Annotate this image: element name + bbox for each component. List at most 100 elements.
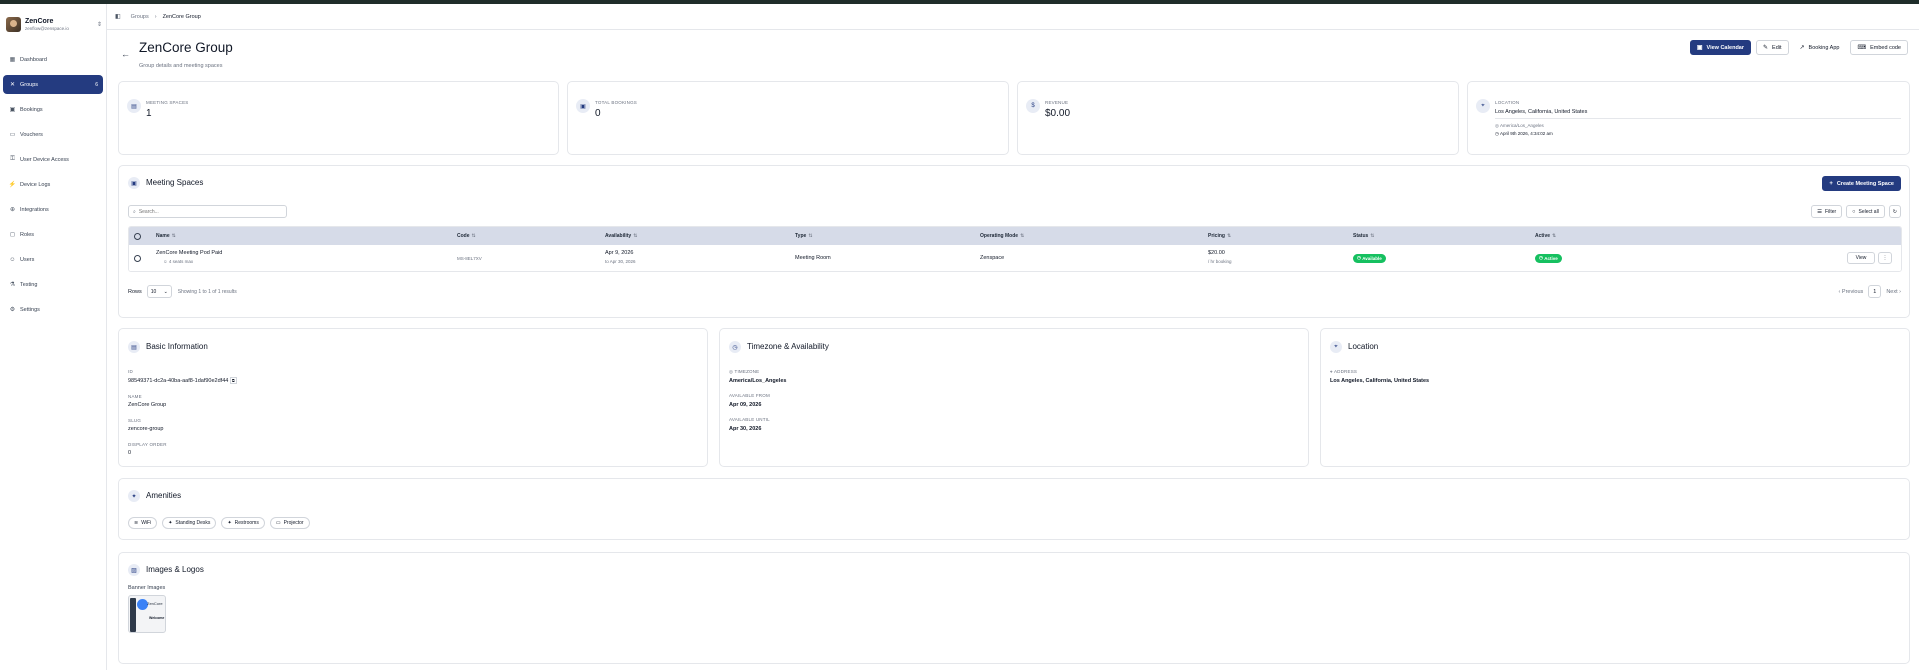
sidebar-item-roles[interactable]: ◻ Roles	[3, 225, 103, 244]
table-row[interactable]: ZenCore Meeting Pod Paid ☺ 4 seats max M…	[129, 245, 1901, 271]
map-pin-icon: ⌖	[1330, 341, 1342, 353]
sidebar-item-dashboard[interactable]: ▦ Dashboard	[3, 50, 103, 69]
sidebar-toggle-icon[interactable]: ◧	[115, 13, 121, 20]
sidebar-item-bookings[interactable]: ▣ Bookings	[3, 100, 103, 119]
sidebar-item-groups[interactable]: ✕ Groups 6	[3, 75, 103, 94]
banner-image-thumbnail[interactable]: ZenCore Welcome	[128, 595, 166, 633]
next-page-button[interactable]: Next ›	[1886, 289, 1901, 295]
row-name-cell: ZenCore Meeting Pod Paid ☺ 4 seats max	[156, 250, 222, 264]
column-header-type[interactable]: Type ⇅	[795, 233, 813, 239]
embed-code-label: Embed code	[1870, 44, 1901, 51]
refresh-button[interactable]: ↻	[1888, 205, 1901, 218]
status-badge: ◷ Available	[1353, 253, 1386, 263]
column-header-active[interactable]: Active ⇅	[1535, 233, 1556, 239]
search-box: ⌕	[128, 205, 287, 218]
table-tools: ☰ Filter ○ Select all ↻	[1811, 205, 1901, 218]
sidebar-item-integrations[interactable]: ⊕ Integrations	[3, 200, 103, 219]
user-key-icon: ⚿	[10, 156, 15, 162]
view-button[interactable]: View	[1847, 252, 1875, 264]
sidebar-item-label: Device Logs	[20, 181, 51, 188]
booking-app-button[interactable]: ↗ Booking App	[1793, 40, 1846, 55]
sidebar-item-device-logs[interactable]: ⚡ Device Logs	[3, 175, 103, 194]
external-link-icon: ↗	[1799, 45, 1805, 51]
column-header-operating-mode[interactable]: Operating Mode ⇅	[980, 233, 1024, 239]
search-input[interactable]	[138, 208, 279, 215]
meeting-spaces-table: Name ⇅ Code ⇅ Availability ⇅ Type ⇅ Operatin…	[128, 226, 1902, 272]
refresh-icon: ↻	[1892, 208, 1897, 215]
check-circle-icon: ◷	[1539, 255, 1543, 260]
sidebar-item-settings[interactable]: ⚙ Settings	[3, 300, 103, 319]
column-header-availability[interactable]: Availability ⇅	[605, 233, 637, 239]
sidebar-item-testing[interactable]: ⚗ Testing	[3, 275, 103, 294]
stat-value: 1	[146, 108, 152, 119]
row-type: Meeting Room	[795, 255, 831, 261]
sidebar-item-users[interactable]: ☺ Users	[3, 250, 103, 269]
location-timezone: ◎ America/Los_Angeles	[1495, 123, 1544, 129]
sort-icon: ⇅	[1226, 233, 1232, 239]
chevron-up-down-icon: ⇕	[96, 21, 102, 28]
table-header-row: Name ⇅ Code ⇅ Availability ⇅ Type ⇅ Operatin…	[129, 227, 1901, 245]
column-header-code[interactable]: Code ⇅	[457, 233, 476, 239]
sidebar-item-label: Dashboard	[20, 56, 47, 63]
previous-page-button[interactable]: ‹ Previous	[1839, 289, 1864, 295]
availability-to: to Apr 30, 2026	[605, 259, 636, 264]
sidebar-item-user-device-access[interactable]: ⚿ User Device Access	[3, 150, 103, 169]
chevron-right-icon: ›	[154, 13, 157, 20]
row-select-radio[interactable]	[134, 254, 141, 262]
breadcrumb-groups-link[interactable]: Groups	[131, 14, 149, 20]
page-title: ZenCore Group	[139, 40, 233, 55]
amenity-chip-wifi: ≋ WiFi	[128, 517, 158, 529]
stat-label: LOCATION	[1495, 100, 1520, 105]
location-datetime: ◷ April 9th 2026, 4:34:02 am	[1495, 131, 1553, 137]
more-options-icon[interactable]: ⋮	[1878, 252, 1892, 264]
check-circle-icon: ◷	[1357, 255, 1361, 260]
rows-label: Rows	[128, 288, 142, 295]
filter-icon: ☰	[1817, 208, 1823, 215]
amenities-section: ✦ Amenities ≋ WiFi ✦ Standing Desks ✦ Restr…	[118, 478, 1910, 540]
available-until-label: AVAILABLE UNTIL	[729, 417, 770, 422]
calendar-icon: ▣	[1696, 45, 1703, 51]
available-from-value: Apr 09, 2026	[729, 402, 762, 408]
row-status: ◷ Available	[1353, 253, 1386, 263]
row-active: ◷ Active	[1535, 253, 1562, 263]
filter-button[interactable]: ☰ Filter	[1811, 205, 1843, 218]
sort-icon: ⇅	[1370, 233, 1375, 239]
copy-icon[interactable]: ⧉	[229, 377, 237, 384]
edit-button[interactable]: ✎ Edit	[1756, 40, 1789, 55]
amenities-list: ≋ WiFi ✦ Standing Desks ✦ Restrooms ▭ Projec…	[128, 517, 315, 529]
activity-icon: ⚡	[8, 182, 17, 188]
calendar-icon: ▣	[128, 177, 140, 189]
sidebar-nav: ▦ Dashboard ✕ Groups 6 ▣ Bookings ▭ Vouchers …	[3, 50, 103, 325]
stat-value: 0	[595, 108, 601, 119]
workspace-name: ZenCore	[25, 17, 54, 25]
sidebar-item-vouchers[interactable]: ▭ Vouchers	[3, 125, 103, 144]
calendar-icon: ▣	[576, 99, 590, 113]
booking-app-label: Booking App	[1808, 44, 1840, 51]
grid-icon: ▦	[9, 57, 16, 63]
timezone-text: America/Los_Angeles	[1499, 123, 1544, 128]
breadcrumb-current: ZenCore Group	[162, 13, 201, 20]
embed-code-button[interactable]: ⌨ Embed code	[1850, 40, 1908, 55]
view-calendar-button[interactable]: ▣ View Calendar	[1689, 40, 1751, 55]
shield-icon: ◻	[10, 232, 15, 238]
back-arrow-icon[interactable]: ←	[121, 49, 130, 59]
slug-value: zencore-group	[128, 426, 164, 432]
section-title: Location	[1348, 342, 1379, 351]
select-all-radio[interactable]	[134, 232, 141, 240]
sort-icon: ⇅	[633, 233, 638, 239]
column-header-pricing[interactable]: Pricing ⇅	[1208, 233, 1231, 239]
workspace-switcher[interactable]: ZenCore zenflow@zenspace.io ⇕	[6, 13, 102, 35]
map-pin-icon: ⌖	[1476, 99, 1490, 113]
select-all-button[interactable]: ○ Select all	[1846, 205, 1885, 218]
column-header-status[interactable]: Status ⇅	[1353, 233, 1374, 239]
sort-icon: ⇅	[808, 233, 813, 239]
column-header-name[interactable]: Name ⇅	[156, 233, 176, 239]
section-title: Basic Information	[146, 342, 208, 351]
rows-select[interactable]: 10 ⌄	[146, 285, 172, 298]
page-1-button[interactable]: 1	[1868, 285, 1882, 298]
name-value: ZenCore Group	[128, 402, 167, 408]
create-meeting-space-button[interactable]: + Create Meeting Space	[1822, 176, 1901, 191]
sidebar-item-label: Groups	[20, 81, 39, 88]
timezone-value: America/Los_Angeles	[729, 378, 787, 384]
divider	[1495, 118, 1901, 119]
